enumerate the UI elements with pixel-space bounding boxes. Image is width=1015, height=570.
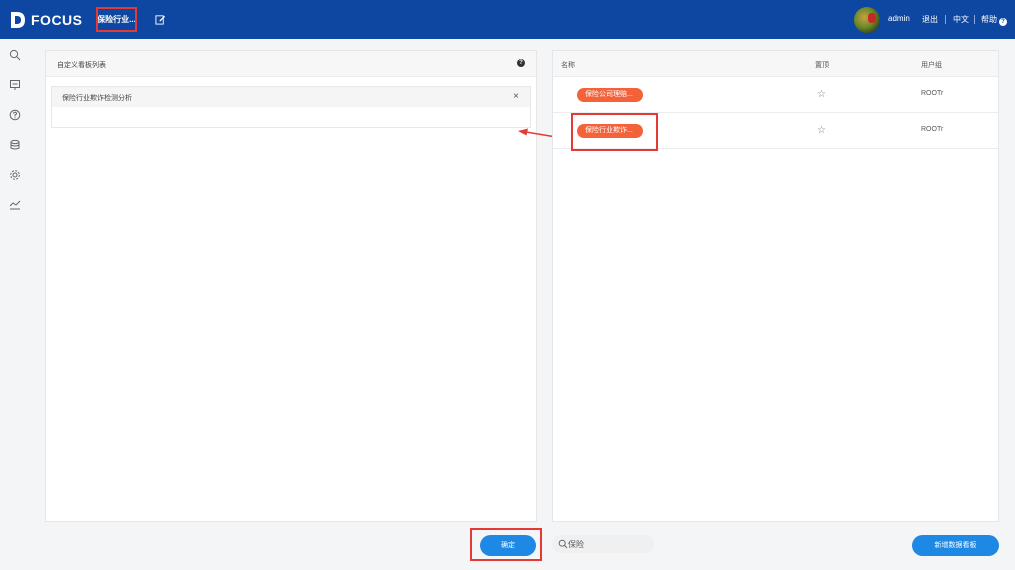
logout-link[interactable]: 退出 xyxy=(922,14,938,25)
search-box xyxy=(552,535,654,553)
tab-current-dashboard[interactable]: 保险行业... xyxy=(96,7,137,32)
column-group: 用户组 xyxy=(921,62,942,69)
panel-header: 自定义看板列表 ? xyxy=(46,51,536,77)
user-group: ROOTr xyxy=(921,126,944,133)
trend-icon[interactable] xyxy=(9,199,21,211)
star-icon[interactable]: ☆ xyxy=(817,125,826,136)
column-pin: 置顶 xyxy=(815,62,829,69)
language-switch[interactable]: 中文 xyxy=(953,14,969,25)
side-rail xyxy=(0,39,30,570)
table-row[interactable]: 保险公司理赔... ☆ ROOTr xyxy=(553,77,998,113)
column-name: 名称 xyxy=(561,62,575,69)
confirm-button[interactable]: 确定 xyxy=(480,535,536,556)
list-item-label: 保险行业欺诈检测分析 xyxy=(62,95,132,102)
divider xyxy=(945,15,946,24)
dashboard-list: 保险行业欺诈检测分析 × xyxy=(51,86,531,128)
highlight-frame xyxy=(571,113,658,151)
logo-mark-icon xyxy=(11,12,25,28)
search-icon[interactable] xyxy=(9,49,21,61)
username[interactable]: admin xyxy=(888,14,910,23)
database-icon[interactable] xyxy=(9,139,21,151)
avatar[interactable] xyxy=(854,7,880,33)
help-icon: ? xyxy=(999,18,1007,26)
help-link[interactable]: 帮助? xyxy=(981,14,1007,26)
help-label: 帮助 xyxy=(981,15,997,24)
user-group: ROOTr xyxy=(921,90,944,97)
panel-title: 自定义看板列表 xyxy=(57,62,106,69)
gear-icon[interactable] xyxy=(9,169,21,181)
help-circle-icon[interactable]: ? xyxy=(517,59,525,67)
search-icon xyxy=(558,539,568,549)
dashboard-tag[interactable]: 保险公司理赔... xyxy=(577,88,643,102)
search-input[interactable] xyxy=(568,537,650,551)
list-item[interactable]: 保险行业欺诈检测分析 × xyxy=(52,87,530,107)
divider xyxy=(974,15,975,24)
edit-icon[interactable] xyxy=(155,14,166,25)
table-header: 名称 置顶 用户组 xyxy=(553,51,998,77)
logo-text: FOCUS xyxy=(31,12,83,28)
question-icon[interactable] xyxy=(9,109,21,121)
dashboard-icon[interactable] xyxy=(9,79,21,91)
top-bar: FOCUS 保险行业... admin 退出 中文 帮助? xyxy=(0,0,1015,39)
focus-logo[interactable]: FOCUS xyxy=(10,10,83,30)
custom-dashboard-panel: 自定义看板列表 ? 保险行业欺诈检测分析 × xyxy=(45,50,537,522)
new-dashboard-button[interactable]: 新增数据看板 xyxy=(912,535,999,556)
close-icon[interactable]: × xyxy=(513,91,519,102)
star-icon[interactable]: ☆ xyxy=(817,89,826,100)
